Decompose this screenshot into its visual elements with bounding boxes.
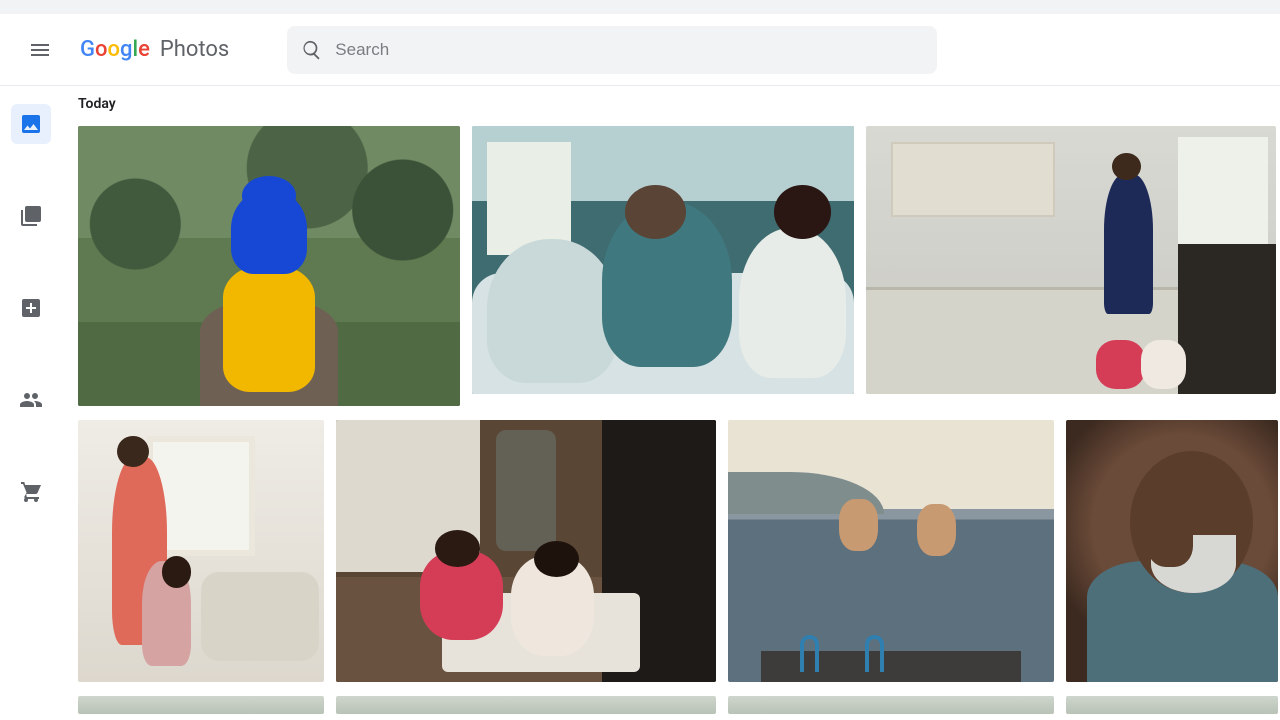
photo-thumbnail[interactable]: [866, 126, 1276, 394]
search-bar[interactable]: [287, 26, 937, 74]
image-icon: [19, 112, 43, 136]
add-box-icon: [19, 296, 43, 320]
product-name: Photos: [160, 37, 229, 62]
side-nav: [0, 100, 62, 512]
photo-row: [78, 696, 1280, 714]
google-photos-logo[interactable]: Google Photos: [80, 37, 229, 62]
nav-albums[interactable]: [11, 196, 51, 236]
main-menu-button[interactable]: [16, 26, 64, 74]
date-header: Today: [78, 96, 1280, 112]
app-header: Google Photos: [0, 14, 1280, 86]
photo-thumbnail[interactable]: [1066, 696, 1278, 714]
cart-icon: [19, 480, 43, 504]
photo-thumbnail[interactable]: [336, 420, 716, 682]
photo-thumbnail[interactable]: [472, 126, 854, 394]
nav-for-you[interactable]: [11, 288, 51, 328]
photo-row: [78, 126, 1280, 406]
nav-photos[interactable]: [11, 104, 51, 144]
photo-thumbnail[interactable]: [78, 126, 460, 406]
nav-sharing[interactable]: [11, 380, 51, 420]
collections-icon: [19, 204, 43, 228]
photo-row: [78, 420, 1280, 682]
search-input[interactable]: [323, 40, 923, 60]
photo-grid: Today: [78, 90, 1280, 720]
photo-thumbnail[interactable]: [1066, 420, 1278, 682]
people-icon: [19, 388, 43, 412]
photo-thumbnail[interactable]: [728, 696, 1054, 714]
search-icon: [301, 39, 323, 61]
browser-chrome-hint: [0, 0, 1280, 14]
photo-thumbnail[interactable]: [78, 696, 324, 714]
google-wordmark: Google: [80, 39, 150, 61]
nav-print-store[interactable]: [11, 472, 51, 512]
photo-thumbnail[interactable]: [336, 696, 716, 714]
photo-thumbnail[interactable]: [728, 420, 1054, 682]
hamburger-icon: [28, 38, 52, 62]
photo-thumbnail[interactable]: [78, 420, 324, 682]
